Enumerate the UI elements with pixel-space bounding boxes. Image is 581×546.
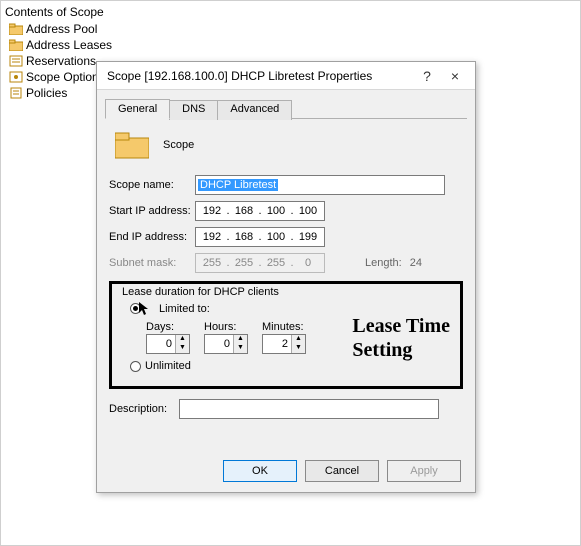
description-label: Description:: [109, 403, 179, 415]
tab-general[interactable]: General: [105, 99, 170, 119]
apply-button: Apply: [387, 460, 461, 482]
dialog-buttons: OK Cancel Apply: [223, 460, 461, 482]
options-icon: [9, 71, 23, 83]
radio-unlimited-label: Unlimited: [145, 360, 191, 372]
reservations-icon: [9, 55, 23, 67]
end-ip-input[interactable]: 192. 168. 100. 199: [195, 227, 325, 247]
tree-item-label: Address Leases: [26, 38, 112, 52]
tree-item-label: Scope Options: [26, 70, 105, 84]
scope-name-input[interactable]: DHCP Libretest: [195, 175, 445, 195]
subnet-mask-label: Subnet mask:: [109, 257, 195, 269]
end-ip-label: End IP address:: [109, 231, 195, 243]
days-spinner[interactable]: 0 ▲▼: [146, 334, 190, 354]
radio-limited-label: Limited to:: [159, 303, 210, 315]
folder-icon: [9, 23, 23, 35]
lease-time-callout: Lease Time Setting: [352, 314, 450, 362]
lease-group-title: Lease duration for DHCP clients: [120, 286, 452, 298]
tab-dns[interactable]: DNS: [169, 100, 218, 120]
policies-icon: [9, 87, 23, 99]
close-button[interactable]: ×: [441, 65, 469, 87]
length-label: Length:: [365, 257, 402, 269]
spinner-down-icon[interactable]: ▼: [176, 344, 189, 353]
tree-item-label: Reservations: [26, 54, 96, 68]
general-pane: Scope Scope name: DHCP Libretest // rend…: [109, 127, 463, 419]
spinner-up-icon[interactable]: ▲: [292, 335, 305, 344]
spinner-up-icon[interactable]: ▲: [176, 335, 189, 344]
cursor-icon: [139, 302, 149, 319]
radio-icon: [130, 361, 141, 372]
minutes-label: Minutes:: [262, 321, 306, 333]
lease-duration-group: Lease duration for DHCP clients Limited …: [109, 281, 463, 389]
ok-button[interactable]: OK: [223, 460, 297, 482]
scope-name-label: Scope name:: [109, 179, 195, 191]
tree-header: Contents of Scope: [5, 3, 205, 21]
start-ip-input[interactable]: 192. 168. 100. 100: [195, 201, 325, 221]
tree-item-label: Address Pool: [26, 22, 97, 36]
cancel-button[interactable]: Cancel: [305, 460, 379, 482]
header-label: Scope: [163, 139, 194, 151]
hours-spinner[interactable]: 0 ▲▼: [204, 334, 248, 354]
description-input[interactable]: [179, 399, 439, 419]
tab-advanced[interactable]: Advanced: [217, 100, 292, 120]
tabstrip: General DNS Advanced: [105, 98, 467, 119]
hours-label: Hours:: [204, 321, 248, 333]
spinner-up-icon[interactable]: ▲: [234, 335, 247, 344]
tree-item-address-pool[interactable]: Address Pool: [5, 21, 205, 37]
length-value: 24: [410, 257, 422, 269]
days-label: Days:: [146, 321, 190, 333]
help-button[interactable]: ?: [413, 65, 441, 87]
tree-item-address-leases[interactable]: Address Leases: [5, 37, 205, 53]
start-ip-label: Start IP address:: [109, 205, 195, 217]
tree-item-label: Policies: [26, 86, 67, 100]
folder-icon: [115, 131, 149, 159]
spinner-down-icon[interactable]: ▼: [234, 344, 247, 353]
titlebar: Scope [192.168.100.0] DHCP Libretest Pro…: [97, 62, 475, 90]
spinner-down-icon[interactable]: ▼: [292, 344, 305, 353]
scope-properties-dialog: Scope [192.168.100.0] DHCP Libretest Pro…: [96, 61, 476, 493]
minutes-spinner[interactable]: 2 ▲▼: [262, 334, 306, 354]
folder-icon: [9, 39, 23, 51]
dialog-title: Scope [192.168.100.0] DHCP Libretest Pro…: [107, 69, 413, 83]
subnet-mask-input: 255. 255. 255. 0: [195, 253, 325, 273]
